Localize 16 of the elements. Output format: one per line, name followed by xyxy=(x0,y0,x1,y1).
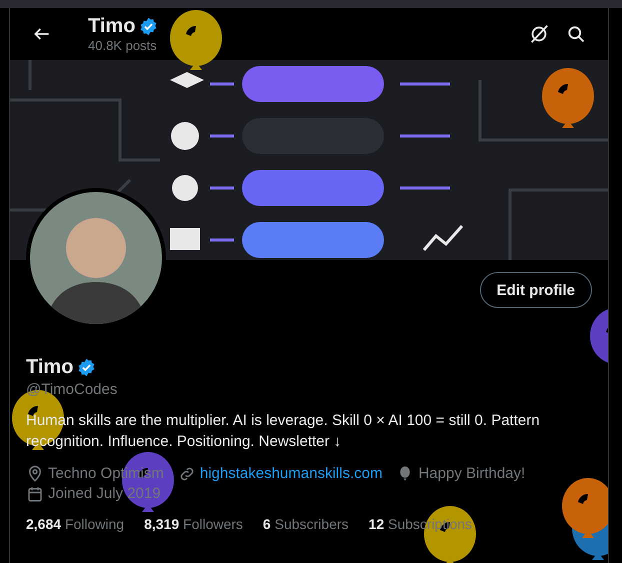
location-pin-icon xyxy=(26,465,44,483)
link-icon xyxy=(178,465,196,483)
profile-meta-text: Joined July 2019 xyxy=(48,484,161,504)
stat-link[interactable]: 8,319 Followers xyxy=(144,516,243,532)
calendar-icon xyxy=(26,485,44,503)
stat-link[interactable]: 6 Subscribers xyxy=(262,516,349,532)
profile-handle: @TimoCodes xyxy=(26,381,118,398)
profile-name: Timo xyxy=(26,356,74,379)
header-name: Timo xyxy=(88,15,136,38)
profile-meta-text: Happy Birthday! xyxy=(418,464,526,484)
edit-profile-button[interactable]: Edit profile xyxy=(480,272,592,308)
website-link[interactable]: highstakeshumanskills.com xyxy=(200,464,382,484)
stat-link[interactable]: 2,684 Following xyxy=(26,516,124,532)
post-count: 40.8K posts xyxy=(88,38,158,53)
slashed-circle-icon xyxy=(528,23,550,45)
search-icon xyxy=(566,24,586,44)
